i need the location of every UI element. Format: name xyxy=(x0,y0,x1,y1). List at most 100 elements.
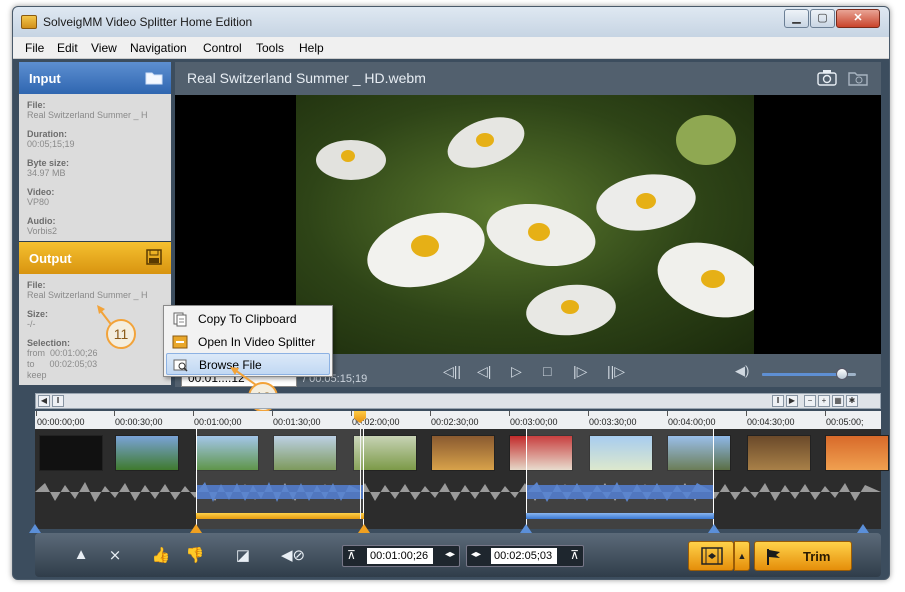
stop-icon[interactable]: □ xyxy=(543,363,551,379)
settings-icon[interactable]: ✱ xyxy=(846,395,858,407)
browse-label: Browse File xyxy=(199,358,262,372)
zoom-out-icon[interactable]: − xyxy=(804,395,816,407)
marker-fragment-start[interactable] xyxy=(520,524,532,533)
input-video-value: VP80 xyxy=(27,197,50,207)
open-folder-icon[interactable] xyxy=(848,69,868,87)
output-size-label: Size: xyxy=(27,309,49,319)
scroll-left-button[interactable]: ◀ xyxy=(38,395,50,407)
end-marker-icon[interactable]: ⊼ xyxy=(570,548,579,562)
menu-control[interactable]: Control xyxy=(203,41,242,55)
split-mode-dropdown[interactable]: ▲ xyxy=(734,541,750,571)
end-stepper-icon[interactable]: ◂▸ xyxy=(471,549,481,560)
volume-slider[interactable] xyxy=(762,368,856,380)
delete-marker-icon[interactable]: ⨯ xyxy=(105,546,125,564)
camera-icon[interactable] xyxy=(817,69,837,87)
input-header[interactable]: Input xyxy=(19,62,171,94)
invert-selection-icon[interactable]: ◪ xyxy=(233,546,253,564)
close-button[interactable]: ✕ xyxy=(836,9,880,28)
selection-bar-active xyxy=(196,513,364,519)
scroll-right-button[interactable]: ▶ xyxy=(786,395,798,407)
callout-11: 11 xyxy=(106,319,136,349)
video-image xyxy=(296,95,754,354)
menu-tools[interactable]: Tools xyxy=(256,41,284,55)
zoom-fit-icon[interactable]: ▦ xyxy=(832,395,844,407)
menu-open-in-splitter[interactable]: Open In Video Splitter xyxy=(166,331,330,353)
volume-icon[interactable]: ◀) xyxy=(735,363,749,379)
add-marker-icon[interactable]: ▲ xyxy=(71,546,91,564)
mute-icon[interactable]: ◀⊘ xyxy=(281,546,305,564)
open-label: Open In Video Splitter xyxy=(198,335,316,349)
marker-start[interactable] xyxy=(29,524,41,533)
thumbs-down-icon[interactable]: 👎 xyxy=(185,546,205,564)
tick-label: 00:04:30;00 xyxy=(747,417,795,427)
marker-selection-start[interactable] xyxy=(190,524,202,533)
output-selection-label: Selection: xyxy=(27,338,71,348)
play-icon[interactable]: ▷ xyxy=(511,363,522,380)
marker-fragment-end[interactable] xyxy=(708,524,720,533)
menu-view[interactable]: View xyxy=(91,41,117,55)
start-marker-icon[interactable]: ⊼ xyxy=(347,548,356,562)
prev-frame-icon[interactable]: ◁| xyxy=(477,363,491,380)
timeline-ruler[interactable]: 00:00:00;00 00:00:30;00 00:01:00;00 00:0… xyxy=(35,411,881,429)
tick-label: 00:03:30;00 xyxy=(589,417,637,427)
clipboard-icon xyxy=(173,312,187,327)
minimize-button[interactable]: ▁ xyxy=(784,9,809,28)
zoom-in-icon[interactable]: + xyxy=(818,395,830,407)
to-value: 00:02:05;03 xyxy=(49,359,98,369)
maximize-button[interactable]: ▢ xyxy=(810,9,835,28)
trim-button[interactable]: Trim xyxy=(754,541,852,571)
folder-icon[interactable] xyxy=(145,68,163,86)
next-keyframe-icon[interactable]: ||▷ xyxy=(607,363,625,380)
timeline-scrollbar[interactable]: ◀ ‖ ‖ ▶ − + ▦ ✱ xyxy=(35,393,881,409)
menu-file[interactable]: File xyxy=(25,41,44,55)
tick-label: 00:05:00; xyxy=(826,417,864,427)
window-title: SolveigMM Video Splitter Home Edition xyxy=(43,15,253,29)
input-duration-label: Duration: xyxy=(27,129,67,139)
marker-selection-end[interactable] xyxy=(358,524,370,533)
tick-label: 00:02:30;00 xyxy=(431,417,479,427)
input-duration-value: 00:05;15;19 xyxy=(27,139,75,149)
tick-label: 00:04:00;00 xyxy=(668,417,716,427)
scroll-start-button[interactable]: ‖ xyxy=(52,395,64,407)
tick-label: 00:00:30;00 xyxy=(115,417,163,427)
next-frame-icon[interactable]: |▷ xyxy=(573,363,587,380)
selection-bar xyxy=(526,513,714,519)
end-time-field[interactable]: ◂▸ 00:02:05;03 ⊼ xyxy=(466,545,584,567)
timeline-tracks[interactable] xyxy=(29,429,889,533)
splitter-icon xyxy=(172,335,188,349)
bottom-toolbar: ▲ ⨯ 👍 👎 ◪ ◀⊘ ⊼ 00:01:00;26 ◂▸ ◂▸ 00:02:0… xyxy=(35,533,881,577)
start-stepper-icon[interactable]: ◂▸ xyxy=(445,549,455,560)
menu-help[interactable]: Help xyxy=(299,41,324,55)
tick-label: 00:01:30;00 xyxy=(273,417,321,427)
tick-label: 00:01:00;00 xyxy=(194,417,242,427)
app-window: SolveigMM Video Splitter Home Edition ▁ … xyxy=(12,6,890,580)
video-thumbnail xyxy=(39,435,103,471)
input-bytesize-label: Byte size: xyxy=(27,158,70,168)
output-from-row: from 00:01:00;26 xyxy=(27,348,163,359)
audio-waveform xyxy=(35,482,881,502)
copy-label: Copy To Clipboard xyxy=(198,312,297,326)
volume-knob[interactable] xyxy=(835,368,848,380)
pause-button[interactable]: ‖ xyxy=(772,395,784,407)
output-size-value: -/- xyxy=(27,319,36,329)
thumbs-up-icon[interactable]: 👍 xyxy=(151,546,171,564)
prev-keyframe-icon[interactable]: ◁|| xyxy=(443,363,461,380)
output-file-label: File: xyxy=(27,280,46,290)
volume-fill xyxy=(762,373,842,376)
menu-copy-to-clipboard[interactable]: Copy To Clipboard xyxy=(166,308,330,330)
input-file-label: File: xyxy=(27,100,46,110)
marker-end[interactable] xyxy=(857,524,869,533)
start-time-field[interactable]: ⊼ 00:01:00;26 ◂▸ xyxy=(342,545,460,567)
output-info: File: Real Switzerland Summer _ H Size: … xyxy=(19,274,171,385)
start-time-value[interactable]: 00:01:00;26 xyxy=(367,548,433,564)
input-info: File: Real Switzerland Summer _ H Durati… xyxy=(19,94,171,241)
menu-edit[interactable]: Edit xyxy=(57,41,78,55)
save-icon[interactable] xyxy=(145,248,163,266)
end-time-value[interactable]: 00:02:05;03 xyxy=(491,548,557,564)
output-file-value[interactable]: Real Switzerland Summer _ H xyxy=(27,290,163,301)
output-title: Output xyxy=(29,251,72,266)
split-mode-button[interactable] xyxy=(688,541,734,571)
output-header[interactable]: Output xyxy=(19,242,171,274)
menu-navigation[interactable]: Navigation xyxy=(130,41,187,55)
menu-browse-file[interactable]: Browse File xyxy=(166,353,330,375)
